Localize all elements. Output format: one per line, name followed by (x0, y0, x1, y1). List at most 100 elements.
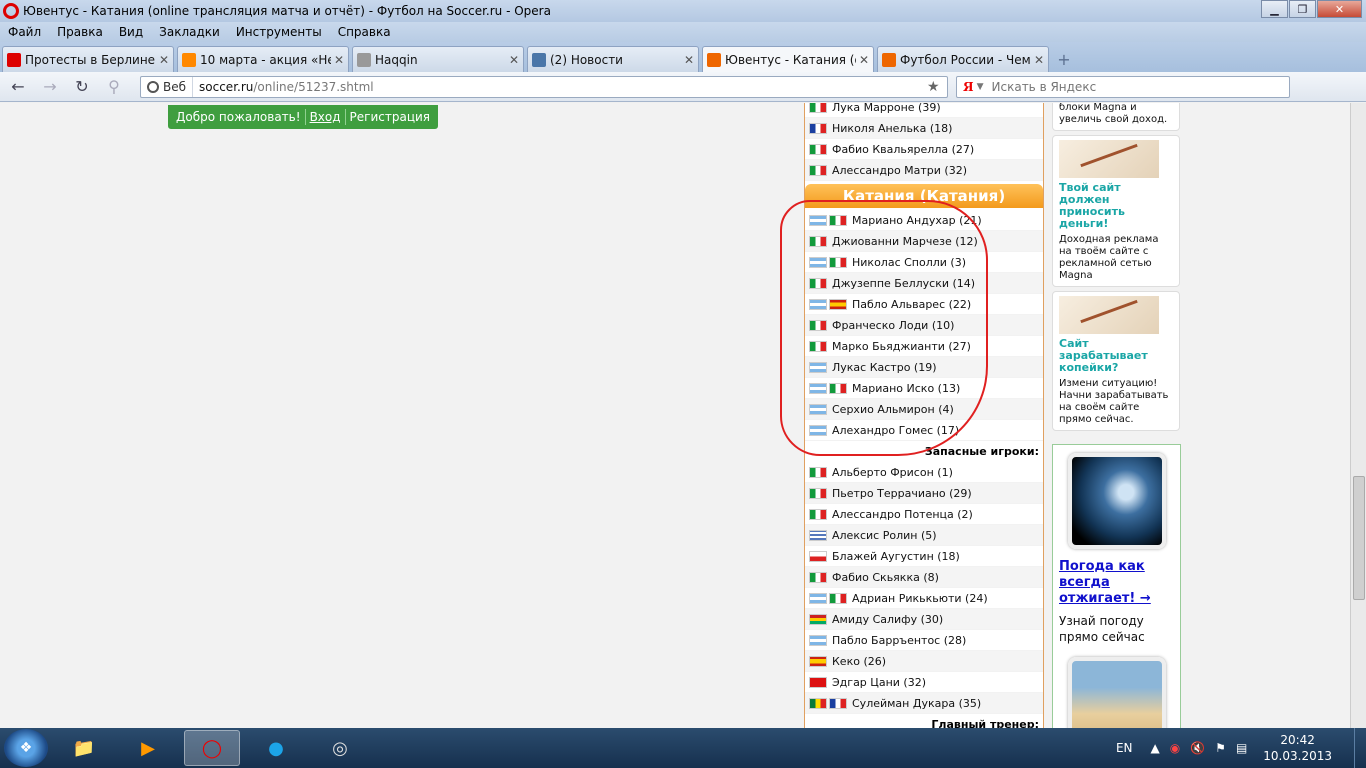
menu-help[interactable]: Справка (338, 25, 391, 39)
flag-ar-icon (809, 424, 827, 436)
opera-logo-icon[interactable] (3, 3, 19, 19)
maximize-button[interactable]: ❐ (1289, 0, 1316, 18)
skype-icon[interactable]: ● (248, 730, 304, 766)
player-name[interactable]: Фабио Скьякка (8) (832, 571, 939, 584)
player-name[interactable]: Кеко (26) (832, 655, 886, 668)
player-name[interactable]: Мариано Иско (13) (852, 382, 960, 395)
player-name[interactable]: Лукас Кастро (19) (832, 361, 937, 374)
browser-tab[interactable]: 10 марта - акция «Нет ...✕ (177, 46, 349, 72)
tab-close-icon[interactable]: ✕ (859, 53, 869, 67)
show-desktop-button[interactable] (1354, 728, 1366, 768)
player-name[interactable]: Алессандро Матри (32) (832, 164, 967, 177)
ad-title[interactable]: Сайт зарабатывает копейки? (1059, 338, 1173, 374)
menu-tools[interactable]: Инструменты (236, 25, 322, 39)
windows-taskbar: ❖ 📁 ▶ ◯ ● ◎ EN ▲ ◉ 🔇 ⚑ ▤ 20:42 10.03.201… (0, 728, 1366, 768)
player-name[interactable]: Фабио Квальярелла (27) (832, 143, 974, 156)
menu-bookmarks[interactable]: Закладки (159, 25, 220, 39)
flag-it-icon (809, 508, 827, 520)
yandex-icon[interactable]: Я (963, 80, 974, 94)
language-indicator[interactable]: EN (1116, 741, 1133, 755)
ad-title[interactable]: Твой сайт должен приносить деньги! (1059, 182, 1173, 230)
player-name[interactable]: Эдгар Цани (32) (832, 676, 926, 689)
player-name[interactable]: Лука Марроне (39) (832, 103, 941, 114)
web-page: Добро пожаловать! Вход Регистрация Лука … (0, 103, 1350, 728)
login-link[interactable]: Вход (306, 110, 345, 124)
player-name[interactable]: Джиованни Марчезе (12) (832, 235, 978, 248)
chevron-down-icon[interactable]: ▼ (977, 82, 984, 92)
player-name[interactable]: Алексис Ролин (5) (832, 529, 937, 542)
ad-magna-2[interactable]: Сайт зарабатывает копейки? Измени ситуац… (1052, 291, 1180, 431)
player-row: Фабио Скьякка (8) (805, 567, 1043, 588)
tab-close-icon[interactable]: ✕ (684, 53, 694, 67)
player-name[interactable]: Алехандро Гомес (17) (832, 424, 959, 437)
network-icon[interactable]: ▤ (1236, 741, 1247, 755)
web-badge[interactable]: Веб (141, 77, 194, 97)
browser-tab[interactable]: Протесты в Берлине, ...✕ (2, 46, 174, 72)
player-name[interactable]: Франческо Лоди (10) (832, 319, 954, 332)
tab-close-icon[interactable]: ✕ (159, 53, 169, 67)
search-field[interactable]: Я ▼ (956, 76, 1290, 98)
player-name[interactable]: Николя Анелька (18) (832, 122, 952, 135)
player-name[interactable]: Мариано Андухар (21) (852, 214, 982, 227)
vertical-scrollbar[interactable] (1350, 103, 1366, 728)
player-name[interactable]: Серхио Альмирон (4) (832, 403, 954, 416)
player-name[interactable]: Блажей Аугустин (18) (832, 550, 960, 563)
close-button[interactable]: ✕ (1317, 0, 1362, 18)
register-link[interactable]: Регистрация (346, 110, 434, 124)
menu-file[interactable]: Файл (8, 25, 41, 39)
player-name[interactable]: Сулейман Дукара (35) (852, 697, 981, 710)
player-name[interactable]: Альберто Фрисон (1) (832, 466, 953, 479)
star-icon[interactable]: ★ (927, 79, 947, 95)
scrollbar-thumb[interactable] (1353, 476, 1365, 600)
search-input[interactable] (991, 80, 1252, 94)
media-player-icon[interactable]: ▶ (120, 730, 176, 766)
weather-ad-title[interactable]: Погода как всегда отжигает! → (1059, 559, 1174, 607)
explorer-icon[interactable]: 📁 (56, 730, 112, 766)
player-name[interactable]: Джузеппе Беллуски (14) (832, 277, 975, 290)
menu-view[interactable]: Вид (119, 25, 143, 39)
browser-tab[interactable]: (2) Новости ✕ (527, 46, 699, 72)
opera-taskbar-icon[interactable]: ◯ (184, 730, 240, 766)
flag-it-icon (829, 256, 847, 268)
player-name[interactable]: Амиду Салифу (30) (832, 613, 943, 626)
tray-app-icon[interactable]: ◉ (1170, 741, 1180, 755)
flag-it-icon (809, 277, 827, 289)
substitutes-header: Запасные игроки: (924, 445, 1039, 458)
url-text[interactable]: soccer.ru/online/51237.shtml (193, 80, 927, 94)
tab-label: Ювентус - Катания (о... (725, 52, 856, 67)
browser-tab[interactable]: Футбол России - Чем... ✕ (877, 46, 1049, 72)
browser-tab[interactable]: Haqqin ✕ (352, 46, 524, 72)
tray-expand-icon[interactable]: ▲ (1151, 741, 1160, 755)
tab-favicon-icon (182, 52, 196, 67)
tab-close-icon[interactable]: ✕ (1034, 53, 1044, 67)
player-name[interactable]: Алессандро Потенца (2) (832, 508, 973, 521)
browser-tab[interactable]: Ювентус - Катания (о...✕ (702, 46, 874, 72)
minimize-button[interactable]: ▁ (1261, 0, 1288, 18)
tab-close-icon[interactable]: ✕ (334, 53, 344, 67)
address-field[interactable]: Веб soccer.ru/online/51237.shtml ★ (140, 76, 948, 98)
clock[interactable]: 20:42 10.03.2013 (1263, 732, 1332, 764)
flag-ar-icon (809, 403, 827, 415)
ad-magna-1[interactable]: Твой сайт должен приносить деньги! Доход… (1052, 135, 1180, 287)
start-button[interactable]: ❖ (4, 729, 48, 767)
player-name[interactable]: Адриан Рикькьюти (24) (852, 592, 988, 605)
player-name[interactable]: Николас Сполли (3) (852, 256, 966, 269)
forward-arrow-icon[interactable]: → (36, 75, 64, 99)
back-arrow-icon[interactable]: ← (4, 75, 32, 99)
player-name[interactable]: Марко Бьяджианти (27) (832, 340, 971, 353)
volume-icon[interactable]: 🔇 (1190, 741, 1205, 755)
tab-close-icon[interactable]: ✕ (509, 53, 519, 67)
window-title: Ювентус - Катания (online трансляция мат… (23, 4, 551, 18)
ad-fragment[interactable]: блоки Magna и увеличь свой доход. (1052, 103, 1180, 131)
teamviewer-icon[interactable]: ◎ (312, 730, 368, 766)
flag-icon[interactable]: ⚑ (1215, 741, 1226, 755)
key-icon[interactable]: ⚲ (100, 75, 128, 99)
reload-icon[interactable]: ↻ (68, 75, 96, 99)
player-name[interactable]: Пьетро Террачиано (29) (832, 487, 972, 500)
weather-ad[interactable]: Погода как всегда отжигает! → Узнай пого… (1052, 444, 1181, 728)
player-name[interactable]: Пабло Альварес (22) (852, 298, 971, 311)
player-name[interactable]: Пабло Барръентос (28) (832, 634, 966, 647)
navigation-toolbar: ← → ↻ ⚲ Веб soccer.ru/online/51237.shtml… (0, 72, 1366, 168)
plus-icon[interactable]: + (1052, 48, 1076, 70)
menu-edit[interactable]: Правка (57, 25, 103, 39)
